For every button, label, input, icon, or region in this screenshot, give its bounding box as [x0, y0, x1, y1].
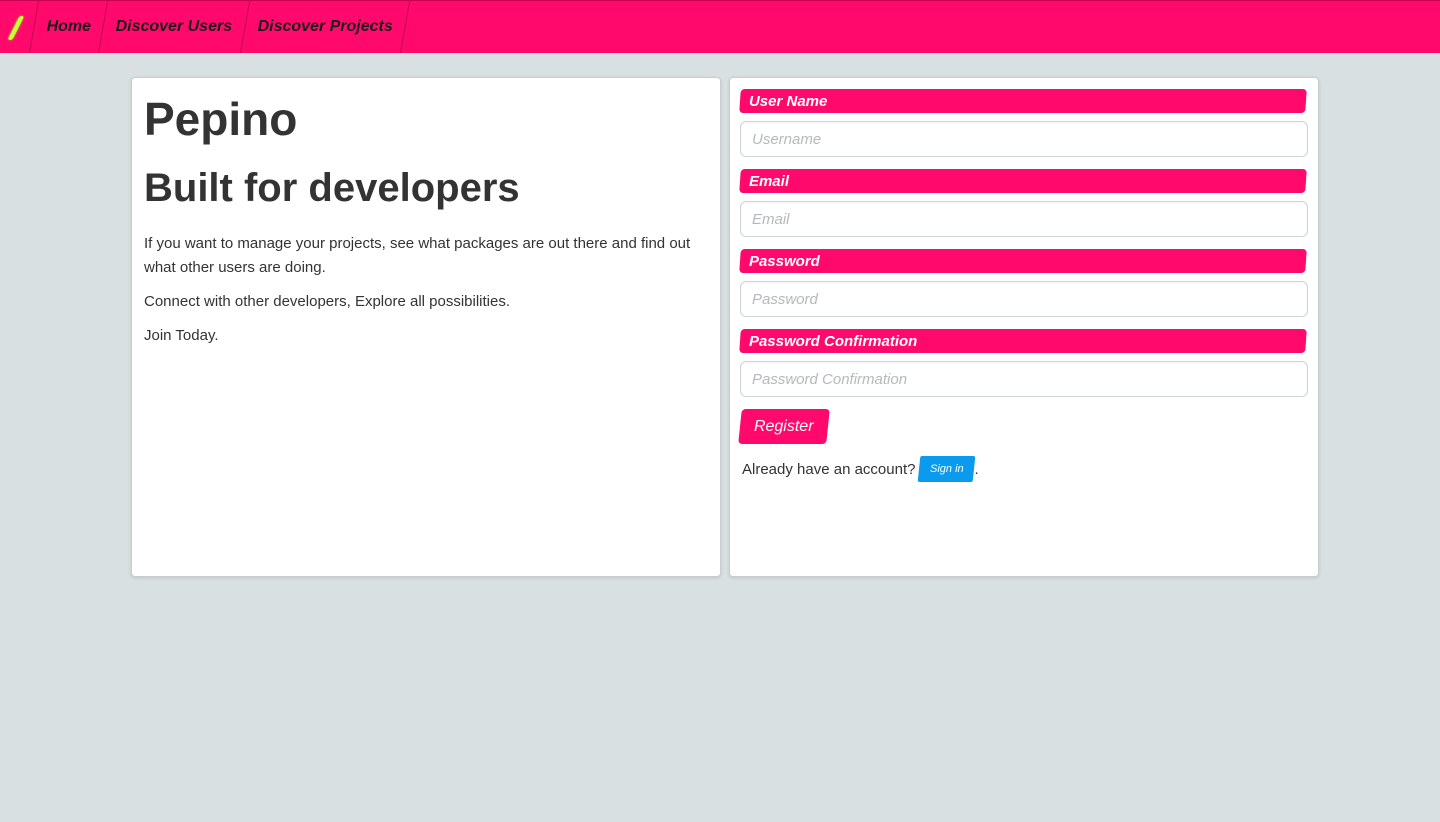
password-group: Password	[739, 249, 1308, 317]
email-label: Email	[739, 169, 1307, 193]
intro-paragraph: If you want to manage your projects, see…	[144, 235, 691, 276]
signin-prompt: Already have an account?	[742, 460, 916, 478]
intro-paragraph: Join Today.	[144, 327, 219, 344]
email-input[interactable]	[740, 201, 1308, 237]
signin-row: Already have an account? Sign in .	[740, 456, 1308, 482]
username-label: User Name	[739, 89, 1307, 113]
password-input[interactable]	[740, 281, 1308, 317]
password-confirmation-group: Password Confirmation	[739, 329, 1308, 397]
nav-item-label: Discover Users	[116, 18, 233, 35]
sign-in-button[interactable]: Sign in	[918, 456, 976, 482]
nav-item-label: Discover Projects	[257, 18, 393, 35]
page-title: Pepino	[144, 93, 298, 145]
page-subtitle: Built for developers	[144, 166, 520, 210]
register-button[interactable]: Register	[738, 409, 830, 444]
nav-item-label: Home	[46, 18, 92, 35]
username-label-text: User Name	[749, 92, 828, 110]
password-label-text: Password	[749, 252, 820, 270]
sign-in-button-label: Sign in	[930, 463, 964, 475]
password-confirmation-input[interactable]	[740, 361, 1308, 397]
password-confirmation-label-text: Password Confirmation	[749, 332, 918, 350]
register-button-label: Register	[754, 417, 814, 435]
nav-item-discover-users[interactable]: Discover Users	[99, 1, 251, 53]
logo-slash-icon	[7, 16, 25, 40]
top-navbar: Home Discover Users Discover Projects	[0, 0, 1440, 53]
register-form-panel: User Name Email Password Password Confir…	[729, 77, 1319, 577]
username-input[interactable]	[740, 121, 1308, 157]
username-group: User Name	[739, 89, 1308, 157]
nav-item-discover-projects[interactable]: Discover Projects	[240, 1, 411, 53]
signin-suffix: .	[974, 460, 979, 478]
nav-item-home[interactable]: Home	[30, 1, 109, 53]
email-label-text: Email	[749, 172, 790, 190]
intro-panel: Pepino Built for developers If you want …	[131, 77, 721, 577]
email-group: Email	[739, 169, 1308, 237]
intro-paragraph: Connect with other developers, Explore a…	[144, 293, 511, 310]
password-confirmation-label: Password Confirmation	[739, 329, 1307, 353]
password-label: Password	[739, 249, 1307, 273]
